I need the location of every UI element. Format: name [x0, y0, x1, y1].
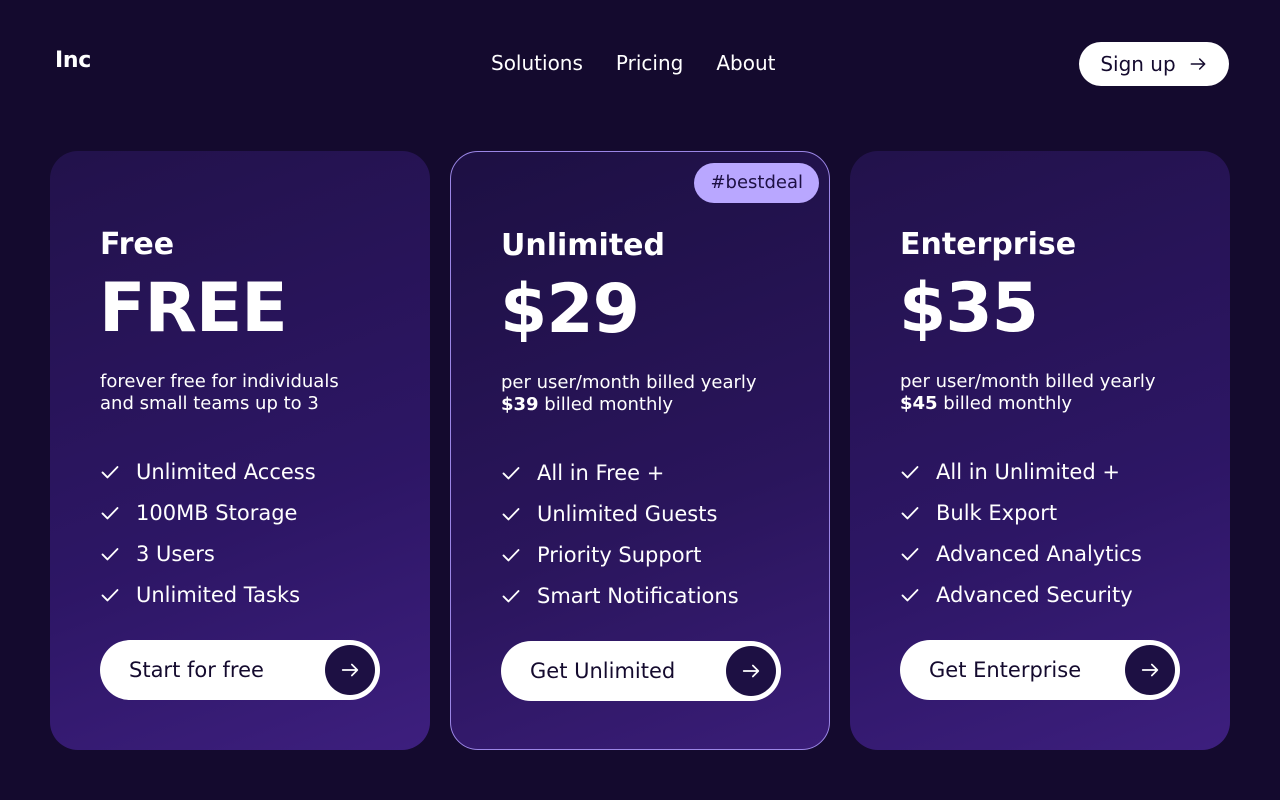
- feature-item: Unlimited Guests: [501, 493, 739, 534]
- plan-name: Free: [100, 227, 175, 262]
- plan-card-unlimited: #bestdeal Unlimited $29 per user/month b…: [450, 151, 830, 750]
- check-icon: [502, 548, 520, 561]
- sign-up-button[interactable]: Sign up: [1079, 42, 1229, 86]
- feature-label: Advanced Analytics: [936, 541, 1142, 566]
- feature-label: 3 Users: [136, 541, 215, 566]
- plan-price: FREE: [99, 269, 288, 348]
- check-icon: [901, 465, 919, 478]
- get-unlimited-button[interactable]: Get Unlimited: [501, 641, 781, 701]
- plan-description: forever free for individuals and small t…: [100, 371, 400, 415]
- feature-list: All in Unlimited + Bulk Export Advanced …: [900, 451, 1142, 615]
- cta-arrow-circle: [1125, 645, 1175, 695]
- feature-label: Unlimited Access: [136, 459, 316, 484]
- cta-label: Get Enterprise: [929, 658, 1082, 682]
- feature-label: All in Free +: [537, 460, 665, 485]
- feature-item: Unlimited Tasks: [100, 574, 316, 615]
- feature-label: Priority Support: [537, 542, 702, 567]
- nav-solutions[interactable]: Solutions: [491, 51, 583, 75]
- check-icon: [901, 506, 919, 519]
- cta-label: Get Unlimited: [530, 659, 676, 683]
- plan-name: Unlimited: [501, 228, 665, 263]
- feature-label: All in Unlimited +: [936, 459, 1120, 484]
- feature-item: Advanced Analytics: [900, 533, 1142, 574]
- plan-description: per user/month billed yearly $39 billed …: [501, 372, 801, 416]
- plan-description: per user/month billed yearly $45 billed …: [900, 371, 1200, 415]
- plan-price: $29: [500, 270, 640, 349]
- check-icon: [901, 547, 919, 560]
- feature-item: 3 Users: [100, 533, 316, 574]
- get-enterprise-button[interactable]: Get Enterprise: [900, 640, 1180, 700]
- feature-item: 100MB Storage: [100, 492, 316, 533]
- check-icon: [101, 547, 119, 560]
- main-nav: Solutions Pricing About: [491, 51, 775, 75]
- check-icon: [502, 466, 520, 479]
- feature-label: Unlimited Guests: [537, 501, 718, 526]
- check-icon: [101, 506, 119, 519]
- plan-card-enterprise: Enterprise $35 per user/month billed yea…: [850, 151, 1230, 750]
- description-line: per user/month billed yearly: [900, 371, 1156, 392]
- description-line: $39 billed monthly: [501, 394, 801, 416]
- feature-item: Advanced Security: [900, 574, 1142, 615]
- plan-price: $35: [899, 269, 1039, 348]
- arrow-right-icon: [1141, 663, 1159, 677]
- feature-label: Advanced Security: [936, 582, 1133, 607]
- feature-label: Bulk Export: [936, 500, 1058, 525]
- check-icon: [502, 507, 520, 520]
- feature-label: Smart Notifications: [537, 583, 739, 608]
- cta-label: Start for free: [129, 658, 264, 682]
- monthly-price: $45: [900, 393, 938, 414]
- check-icon: [101, 588, 119, 601]
- nav-about[interactable]: About: [716, 51, 775, 75]
- cta-arrow-circle: [325, 645, 375, 695]
- best-deal-badge: #bestdeal: [694, 163, 819, 203]
- feature-item: Unlimited Access: [100, 451, 316, 492]
- cta-arrow-circle: [726, 646, 776, 696]
- feature-item: Priority Support: [501, 534, 739, 575]
- description-suffix: billed monthly: [538, 394, 674, 415]
- description-line: forever free for individuals: [100, 371, 339, 392]
- check-icon: [901, 588, 919, 601]
- arrow-right-icon: [742, 664, 760, 678]
- feature-label: Unlimited Tasks: [136, 582, 301, 607]
- start-for-free-button[interactable]: Start for free: [100, 640, 380, 700]
- description-line: $45 billed monthly: [900, 393, 1200, 415]
- feature-item: Bulk Export: [900, 492, 1142, 533]
- check-icon: [101, 465, 119, 478]
- feature-item: Smart Notifications: [501, 575, 739, 616]
- description-line: and small teams up to 3: [100, 393, 319, 414]
- feature-label: 100MB Storage: [136, 500, 298, 525]
- description-suffix: billed monthly: [937, 393, 1073, 414]
- check-icon: [502, 589, 520, 602]
- feature-list: All in Free + Unlimited Guests Priority …: [501, 452, 739, 616]
- plan-card-free: Free FREE forever free for individuals a…: [50, 151, 430, 750]
- plan-name: Enterprise: [900, 227, 1077, 262]
- sign-up-label: Sign up: [1100, 52, 1176, 76]
- arrow-right-icon: [341, 663, 359, 677]
- feature-item: All in Free +: [501, 452, 739, 493]
- arrow-right-icon: [1190, 58, 1206, 70]
- nav-pricing[interactable]: Pricing: [616, 51, 683, 75]
- feature-item: All in Unlimited +: [900, 451, 1142, 492]
- feature-list: Unlimited Access 100MB Storage 3 Users U…: [100, 451, 316, 615]
- monthly-price: $39: [501, 394, 539, 415]
- description-line: per user/month billed yearly: [501, 372, 757, 393]
- logo[interactable]: Inc: [55, 48, 91, 73]
